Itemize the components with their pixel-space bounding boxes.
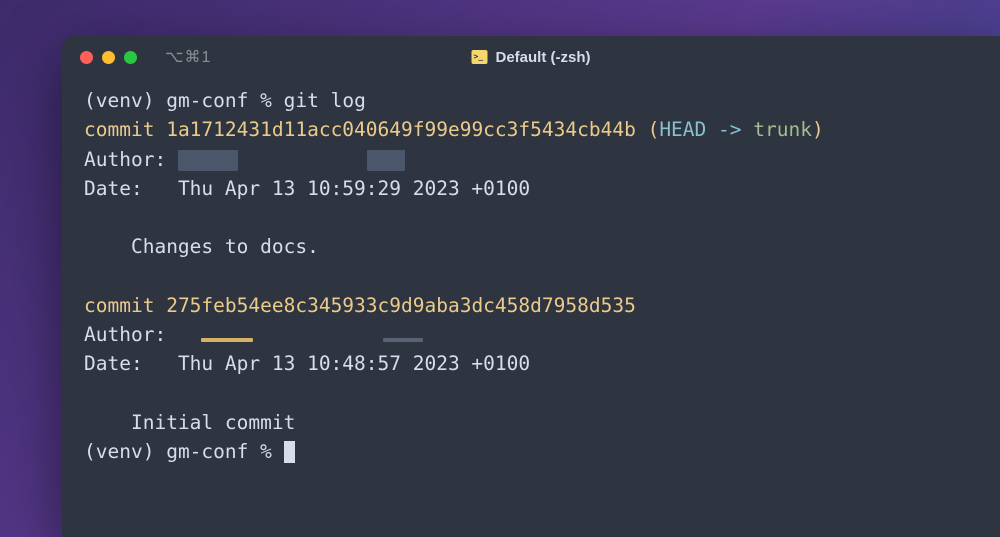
author-label: Author: <box>84 323 166 346</box>
terminal-content[interactable]: (venv) gm-conf % git log commit 1a171243… <box>62 78 1000 537</box>
prompt-venv: (venv) <box>84 89 154 112</box>
date-label: Date: <box>84 352 143 375</box>
tab-indicator: ⌥⌘1 <box>165 47 211 67</box>
paren: ( <box>648 118 660 141</box>
window-title-text: Default (-zsh) <box>496 49 591 66</box>
commit-label: commit <box>84 118 154 141</box>
minimize-button[interactable] <box>102 51 115 64</box>
redacted-underline <box>383 338 423 342</box>
date-label: Date: <box>84 177 143 200</box>
branch-name: trunk <box>753 118 812 141</box>
head-ref: HEAD -> <box>659 118 753 141</box>
author-label: Author: <box>84 148 166 171</box>
commit-message: Initial commit <box>131 411 295 434</box>
redacted-author <box>178 150 238 170</box>
redacted-author <box>367 150 405 170</box>
commit-hash: 1a1712431d11acc040649f99e99cc3f5434cb44b <box>166 118 636 141</box>
commit-message: Changes to docs. <box>131 235 319 258</box>
command-text: git log <box>284 89 366 112</box>
commit-hash: 275feb54ee8c345933c9d9aba3dc458d7958d535 <box>166 294 636 317</box>
prompt-dir: gm-conf <box>166 89 248 112</box>
maximize-button[interactable] <box>124 51 137 64</box>
close-button[interactable] <box>80 51 93 64</box>
prompt-sep: % <box>260 440 272 463</box>
date-value: Thu Apr 13 10:48:57 2023 +0100 <box>178 352 530 375</box>
traffic-lights <box>80 51 137 64</box>
titlebar: ⌥⌘1 Default (-zsh) <box>62 36 1000 78</box>
prompt-dir: gm-conf <box>166 440 248 463</box>
terminal-icon <box>472 50 488 64</box>
prompt-sep: % <box>260 89 272 112</box>
date-value: Thu Apr 13 10:59:29 2023 +0100 <box>178 177 530 200</box>
terminal-window: ⌥⌘1 Default (-zsh) (venv) gm-conf % git … <box>62 36 1000 537</box>
prompt-venv: (venv) <box>84 440 154 463</box>
paren: ) <box>812 118 824 141</box>
cursor <box>284 441 295 463</box>
window-title: Default (-zsh) <box>472 49 591 66</box>
redacted-underline <box>201 338 253 342</box>
commit-label: commit <box>84 294 154 317</box>
